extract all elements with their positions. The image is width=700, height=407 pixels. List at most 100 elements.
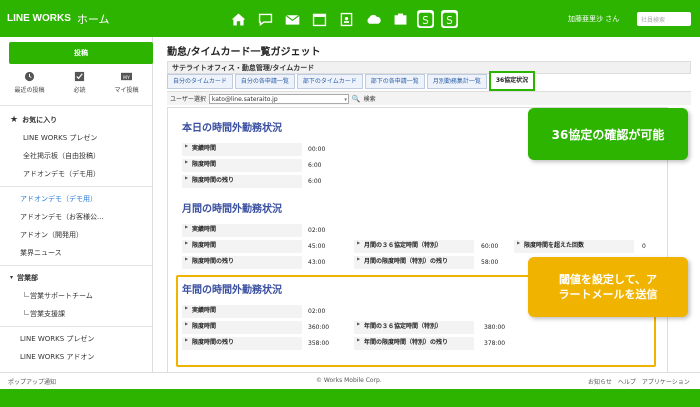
address-book-icon[interactable] [336,9,356,29]
tab-36-agreement[interactable]: 36協定状況 [488,71,536,91]
user-select-bar: ユーザー選択 kato@line.sateraito.jp ▾ 🔍 検索 [167,91,691,105]
svg-text:S: S [422,15,428,26]
sidebar-divider [0,326,153,327]
today-remaining-label: 限度時間の残り [182,175,302,188]
check-icon [74,71,85,82]
callout-alert-line1: 閾値を設定して、ア [558,273,658,286]
month-actual-value: 02:00 [308,227,326,234]
dept-item[interactable]: 営業サポートチーム [0,287,153,305]
svg-text:MY: MY [123,75,130,81]
today-actual-label: 実績時間 [182,143,302,156]
favorite-item[interactable]: アドオンデモ（デモ用） [0,165,153,183]
tab-bar: 自分のタイムカード 自分の各申請一覧 部下のタイムカード 部下の各申請一覧 月別… [167,71,536,91]
dept-header[interactable]: ▾ 営業部 [0,269,153,287]
tab-monthly-summary[interactable]: 月別勤務集計一覧 [426,74,487,89]
favorite-item[interactable]: LINE WORKS プレゼン [0,129,153,147]
today-section-title: 本日の時間外勤務状況 [182,123,282,134]
footer-link-apps[interactable]: アプリケーション [642,377,690,386]
bottom-item[interactable]: LINE WORKS プレゼン [0,330,153,348]
year-special-remaining-label: 年間の限度時間（特別）の残り [354,337,474,350]
month-actual-label: 実績時間 [182,224,302,237]
today-limit-label: 限度時間 [182,159,302,172]
group-item[interactable]: 業界ニュース [0,244,153,262]
search-icon[interactable]: 🔍 [352,95,361,103]
home-icon[interactable] [228,9,248,29]
footer-link-help[interactable]: ヘルプ [618,377,636,386]
mail-icon[interactable] [282,9,302,29]
main-content: 勤怠/タイムカード一覧ガジェット サテライトオフィス・勤怠管理/タイムカード 自… [167,40,691,375]
task-icon[interactable] [390,9,410,29]
tab-sub-requests[interactable]: 部下の各申請一覧 [364,74,425,89]
sidebar-divider [0,186,153,187]
svg-text:S: S [446,15,452,26]
app-s2-icon[interactable]: S [441,10,458,28]
sidebar: 投稿 最近の投稿 必読 MY マイ投稿 ★ お気に入り LINE WORKS プレ… [0,37,153,372]
footer-link-news[interactable]: お知らせ [588,377,612,386]
group-item[interactable]: アドオン（開発用） [0,226,153,244]
quick-my-posts-label: マイ投稿 [114,87,139,94]
favorite-item[interactable]: 全社掲示板（自由投稿） [0,147,153,165]
group-item[interactable]: アドオンデモ（お客様公... [0,208,153,226]
my-icon: MY [120,72,132,81]
sidebar-divider [0,105,153,106]
user-select-label: ユーザー選択 [170,96,206,103]
month-special-remaining-value: 58:00 [481,259,499,266]
clock-icon [24,71,35,82]
employee-search-input[interactable]: 社員検索 [637,12,691,26]
year-limit-value: 360:00 [308,324,330,331]
month-limit-label: 限度時間 [182,240,302,253]
collapse-icon: ▾ [10,274,14,281]
callout-alert-line2: ラートメールを送信 [558,288,658,301]
favorites-label: お気に入り [22,116,58,124]
app-logo[interactable]: LINE WORKS [7,13,71,24]
sidebar-list: ★ お気に入り LINE WORKS プレゼン 全社掲示板（自由投稿） アドオンデ… [0,111,153,366]
bottom-item[interactable]: LINE WORKS アドオン [0,348,153,366]
callout-alert-mail: 閾値を設定して、ア ラートメールを送信 [528,257,688,317]
month-special-value: 60:00 [481,243,499,250]
quick-required-label: 必読 [73,87,86,94]
quick-recent-label: 最近の投稿 [14,87,45,94]
gadget-title: 勤怠/タイムカード一覧ガジェット [167,47,321,58]
today-remaining-value: 6:00 [308,178,322,185]
tab-my-timecard[interactable]: 自分のタイムカード [167,74,233,89]
footer: ポップアップ通知 © Works Mobile Corp. お知らせ ヘルプ ア… [0,372,700,389]
month-remaining-value: 43:00 [308,259,326,266]
star-icon: ★ [10,115,19,125]
drive-icon[interactable] [363,9,383,29]
quick-recent[interactable]: 最近の投稿 [14,71,45,94]
user-name[interactable]: 加藤亜里沙 さん [568,14,619,24]
today-actual-value: 00:00 [308,146,326,153]
sidebar-divider [0,265,153,266]
favorites-header[interactable]: ★ お気に入り [0,111,153,129]
popup-notification-link[interactable]: ポップアップ通知 [8,377,56,386]
year-remaining-label: 限度時間の残り [182,337,302,350]
chat-icon[interactable] [255,9,275,29]
quick-my-posts[interactable]: MY マイ投稿 [114,71,139,94]
month-remaining-label: 限度時間の残り [182,256,302,269]
dept-item[interactable]: 営業支援課 [0,305,153,323]
app-s-icon[interactable]: S [417,10,434,28]
tab-my-requests[interactable]: 自分の各申請一覧 [234,74,295,89]
year-remaining-value: 358:00 [308,340,330,347]
year-special-value: 380:00 [484,324,506,331]
year-actual-label: 実績時間 [182,305,302,318]
page-title: ホーム [76,12,110,26]
quick-required[interactable]: 必読 [73,71,86,94]
month-section-title: 月間の時間外勤務状況 [182,204,282,215]
search-button[interactable]: 検索 [364,94,376,103]
copyright: © Works Mobile Corp. [316,377,382,384]
today-limit-value: 6:00 [308,162,322,169]
post-button[interactable]: 投稿 [9,42,153,64]
top-nav-icons: S S [228,9,458,29]
calendar-icon[interactable] [309,9,329,29]
month-limit-value: 45:00 [308,243,326,250]
month-exceed-value: 0 [642,243,646,250]
chevron-down-icon: ▾ [344,96,347,103]
quick-links: 最近の投稿 必読 MY マイ投稿 [0,71,153,94]
bottom-bar [0,389,700,407]
year-special-remaining-value: 378:00 [484,340,506,347]
user-select-input[interactable]: kato@line.sateraito.jp ▾ [208,93,349,104]
tab-sub-timecard[interactable]: 部下のタイムカード [296,74,363,89]
year-limit-label: 限度時間 [182,321,302,334]
group-item-active[interactable]: アドオンデモ（デモ用） [0,190,153,208]
